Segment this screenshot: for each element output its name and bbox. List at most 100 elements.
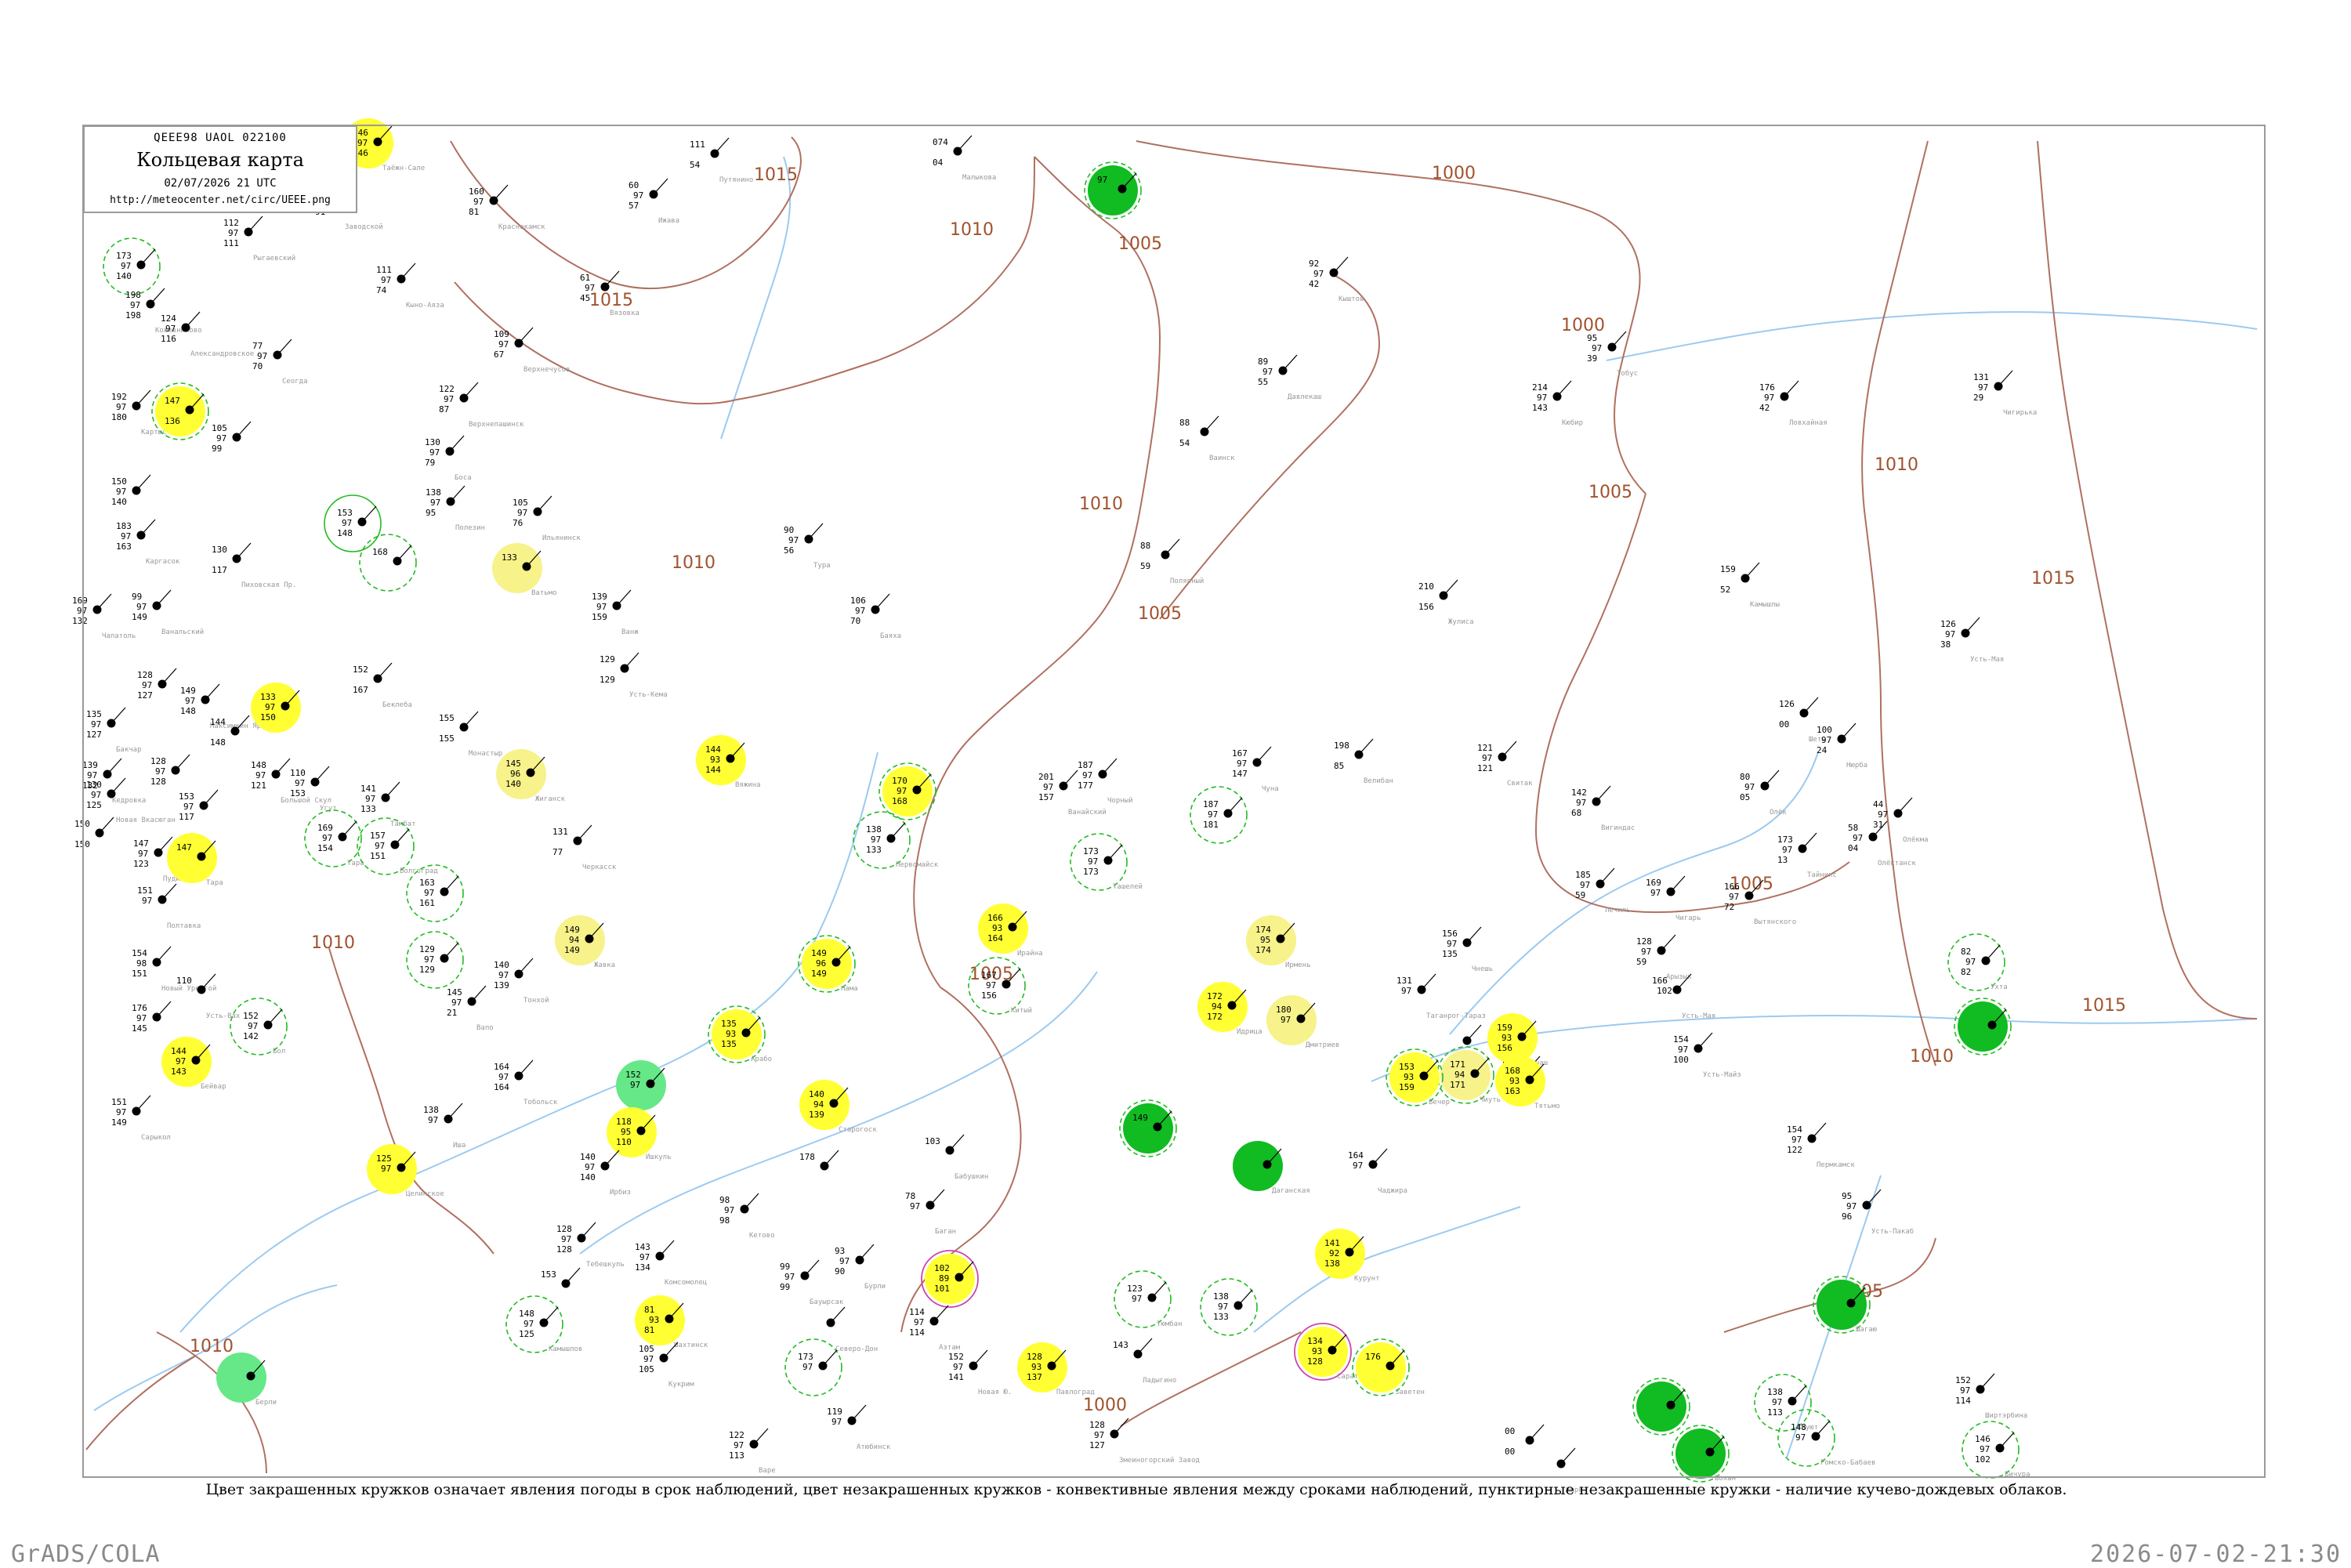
station-pressure: 127: [137, 690, 153, 701]
station-dewpoint: 92: [1329, 1248, 1339, 1258]
station-name: Ильянинск: [542, 534, 581, 542]
station-dewpoint: 97: [116, 487, 126, 497]
station-name: Новый Уренгой: [161, 985, 216, 993]
station-pressure: 42: [1759, 403, 1770, 413]
station-dewpoint: 97: [116, 1107, 126, 1117]
station-dewpoint: 97: [255, 770, 266, 780]
weather-fill-circle: [1356, 1342, 1406, 1392]
station-dewpoint: 97: [295, 778, 305, 788]
isobar-label: 1015: [754, 165, 798, 185]
station-temperature: 131: [1396, 976, 1412, 986]
station-dewpoint: 93: [649, 1315, 659, 1325]
station-dewpoint: 97: [1088, 856, 1098, 867]
station-pressure: 139: [809, 1110, 824, 1120]
station-name: Александровское: [190, 350, 254, 358]
station-dewpoint: 97: [953, 1362, 963, 1372]
station-pressure: 134: [635, 1262, 650, 1273]
station-pressure: 159: [1399, 1082, 1415, 1092]
station-dewpoint: 97: [784, 1272, 795, 1282]
station-dewpoint: 97: [596, 602, 607, 612]
station-temperature: 103: [925, 1136, 940, 1146]
station-dewpoint: 97: [734, 1440, 744, 1450]
station-name: Китый: [1011, 1007, 1032, 1015]
station-pressure: 141: [948, 1372, 964, 1382]
station-pressure: 137: [1027, 1372, 1042, 1382]
station-temperature: 170: [892, 776, 907, 786]
station-temperature: 80: [1740, 772, 1750, 782]
station-name: Бол: [273, 1048, 285, 1056]
map-source-url[interactable]: http://meteocenter.net/circ/UEEE.png: [85, 194, 356, 206]
station-name: Тобус: [1617, 369, 1638, 378]
station-temperature: 142: [1571, 788, 1587, 798]
weather-fill-circle: [1675, 1429, 1726, 1479]
station-temperature: 139: [592, 592, 607, 602]
station-pressure: 143: [1532, 403, 1548, 413]
station-pressure: 148: [337, 528, 353, 538]
station-dewpoint: 97: [116, 402, 126, 412]
station-plot[interactable]: 15297: [616, 1060, 666, 1110]
station-temperature: 88: [1140, 541, 1150, 551]
isobar-label: 1005: [1118, 234, 1162, 254]
station-temperature: 82: [1961, 947, 1971, 957]
station-temperature: 128: [137, 670, 153, 680]
station-name: Арабо: [751, 1055, 772, 1063]
station-temperature: 159: [1720, 564, 1736, 574]
station-name: Северо-Дон: [835, 1345, 878, 1353]
station-dewpoint: 97: [643, 1354, 654, 1364]
station-name: Дмитриев: [1306, 1041, 1339, 1049]
station-pressure: 143: [171, 1066, 187, 1077]
station-dewpoint: 93: [1509, 1076, 1520, 1086]
station-name: Краснокамск: [498, 223, 545, 231]
station-temperature: 148: [251, 760, 266, 770]
station-name: Сарыкол: [141, 1134, 171, 1142]
station-pressure: 156: [1497, 1043, 1512, 1053]
isobar-label: 1015: [2082, 996, 2126, 1016]
station-temperature: 129: [419, 944, 435, 954]
station-pressure: 56: [784, 545, 794, 556]
station-temperature: 100: [1817, 725, 1832, 735]
weather-fill-circle: [696, 735, 746, 785]
weather-fill-circle: [616, 1060, 666, 1110]
station-name: Олёкма: [1903, 836, 1929, 844]
station-temperature: 138: [866, 824, 882, 835]
station-pressure: 150: [260, 712, 276, 722]
station-pressure: 151: [132, 969, 147, 979]
station-dewpoint: 97: [130, 300, 140, 310]
station-pressure: 142: [243, 1031, 259, 1041]
station-temperature: 92: [1309, 259, 1319, 269]
isobar-label: 1010: [950, 220, 994, 240]
station-pressure: 133: [866, 845, 882, 855]
station-pressure: 123: [133, 859, 149, 869]
station-plot[interactable]: 10289101: [921, 1250, 979, 1308]
weather-fill-circle: [251, 683, 301, 733]
station-pressure: 133: [360, 804, 376, 814]
station-name: Курунт: [1354, 1275, 1380, 1283]
station-dewpoint: 97: [265, 702, 275, 712]
station-pressure: 04: [933, 158, 944, 168]
station-temperature: 105: [639, 1344, 654, 1354]
station-name: Черкасск: [582, 864, 617, 871]
station-pressure: 140: [505, 779, 521, 789]
station-pressure: 148: [180, 706, 196, 716]
station-name: Ширтэрбина: [1985, 1411, 2027, 1420]
map-title: Кольцевая карта: [136, 149, 304, 171]
station-temperature: 180: [1276, 1005, 1291, 1015]
station-pressure: 52: [1720, 585, 1730, 595]
station-dewpoint: 94: [1212, 1001, 1223, 1012]
station-temperature: 153: [541, 1269, 556, 1280]
station-name: Олёк: [1770, 809, 1787, 817]
station-name: Велибан: [1364, 777, 1393, 785]
weather-fill-circle: [167, 833, 217, 883]
station-temperature: 122: [439, 384, 455, 394]
station-pressure: 31: [1873, 820, 1883, 830]
weather-fill-circle: [1958, 1001, 2008, 1052]
station-temperature: 155: [439, 713, 455, 723]
station-pressure: 121: [251, 780, 266, 791]
station-name: Ваинск: [1209, 454, 1235, 462]
station-temperature: 122: [729, 1430, 744, 1440]
station-temperature: 110: [290, 768, 306, 778]
isobar-label: 1010: [311, 933, 355, 953]
station-dewpoint: 97: [342, 518, 352, 528]
station-plot[interactable]: 13397150: [251, 683, 301, 733]
station-name: Ладыгино: [1143, 1377, 1176, 1385]
